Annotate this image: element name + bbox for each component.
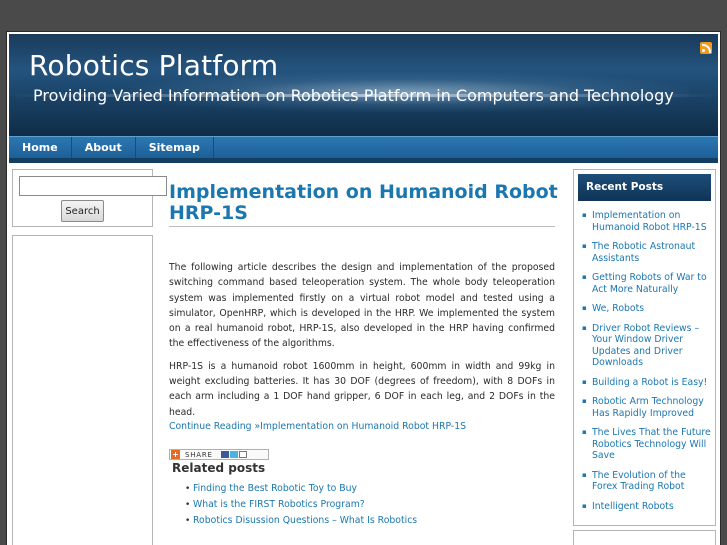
- recent-post-link[interactable]: The Lives That the Future Robotics Techn…: [580, 427, 712, 462]
- recent-post-link[interactable]: Building a Robot is Easy!: [580, 377, 712, 389]
- recent-post-link[interactable]: Robotic Arm Technology Has Rapidly Impro…: [580, 396, 712, 419]
- continue-reading-link[interactable]: Continue Reading »Implementation on Huma…: [169, 421, 555, 432]
- nav-shadow-strip: [9, 158, 718, 163]
- right-sidebar-widget: [573, 530, 716, 545]
- rss-icon[interactable]: [700, 42, 712, 54]
- search-input[interactable]: [19, 176, 167, 196]
- recent-post-link[interactable]: Intelligent Robots: [580, 501, 712, 513]
- share-plus-icon: +: [171, 450, 180, 459]
- nav-item-sitemap[interactable]: Sitemap: [136, 137, 214, 159]
- related-post-link[interactable]: What is the FIRST Robotics Program?: [185, 497, 417, 513]
- recent-post-link[interactable]: Driver Robot Reviews – Your Window Drive…: [580, 323, 712, 369]
- related-post-link[interactable]: Robotics Disussion Questions – What Is R…: [185, 513, 417, 529]
- facebook-icon: [220, 451, 229, 458]
- site-header: Robotics Platform Providing Varied Infor…: [9, 34, 718, 136]
- recent-post-link[interactable]: The Evolution of the Forex Trading Robot: [580, 470, 712, 493]
- recent-post-link[interactable]: The Robotic Astronaut Assistants: [580, 241, 712, 264]
- recent-post-link[interactable]: We, Robots: [580, 303, 712, 315]
- site-tagline: Providing Varied Information on Robotics…: [33, 86, 674, 105]
- share-service-icons: [220, 451, 247, 458]
- email-icon: [238, 451, 247, 458]
- related-posts-list: Finding the Best Robotic Toy to Buy What…: [185, 481, 417, 529]
- nav-item-about[interactable]: About: [72, 137, 136, 159]
- post-title[interactable]: Implementation on Humanoid Robot HRP-1S: [169, 182, 559, 224]
- post-paragraph: HRP-1S is a humanoid robot 1600mm in hei…: [169, 360, 555, 418]
- left-sidebar-widget: [12, 235, 153, 545]
- site-title[interactable]: Robotics Platform: [29, 49, 278, 82]
- post-paragraph: The following article describes the desi…: [169, 262, 555, 350]
- search-widget: Search: [12, 169, 167, 227]
- page-frame: Robotics Platform Providing Varied Infor…: [6, 31, 721, 545]
- recent-posts-title: Recent Posts: [578, 174, 711, 201]
- share-label: SHARE: [185, 450, 213, 459]
- nav-item-home[interactable]: Home: [9, 137, 72, 159]
- twitter-icon: [229, 451, 238, 458]
- search-button[interactable]: Search: [61, 200, 104, 222]
- main-nav: Home About Sitemap: [9, 136, 718, 159]
- recent-post-link[interactable]: Getting Robots of War to Act More Natura…: [580, 272, 712, 295]
- post-divider: [169, 226, 555, 227]
- post-body: The following article describes the desi…: [169, 260, 555, 427]
- recent-posts-list: Implementation on Humanoid Robot HRP-1S …: [580, 210, 712, 520]
- recent-post-link[interactable]: Implementation on Humanoid Robot HRP-1S: [580, 210, 712, 233]
- recent-posts-widget: Recent Posts Implementation on Humanoid …: [573, 169, 716, 526]
- related-posts-title: Related posts: [172, 461, 266, 475]
- related-post-link[interactable]: Finding the Best Robotic Toy to Buy: [185, 481, 417, 497]
- share-button[interactable]: + SHARE: [169, 449, 269, 460]
